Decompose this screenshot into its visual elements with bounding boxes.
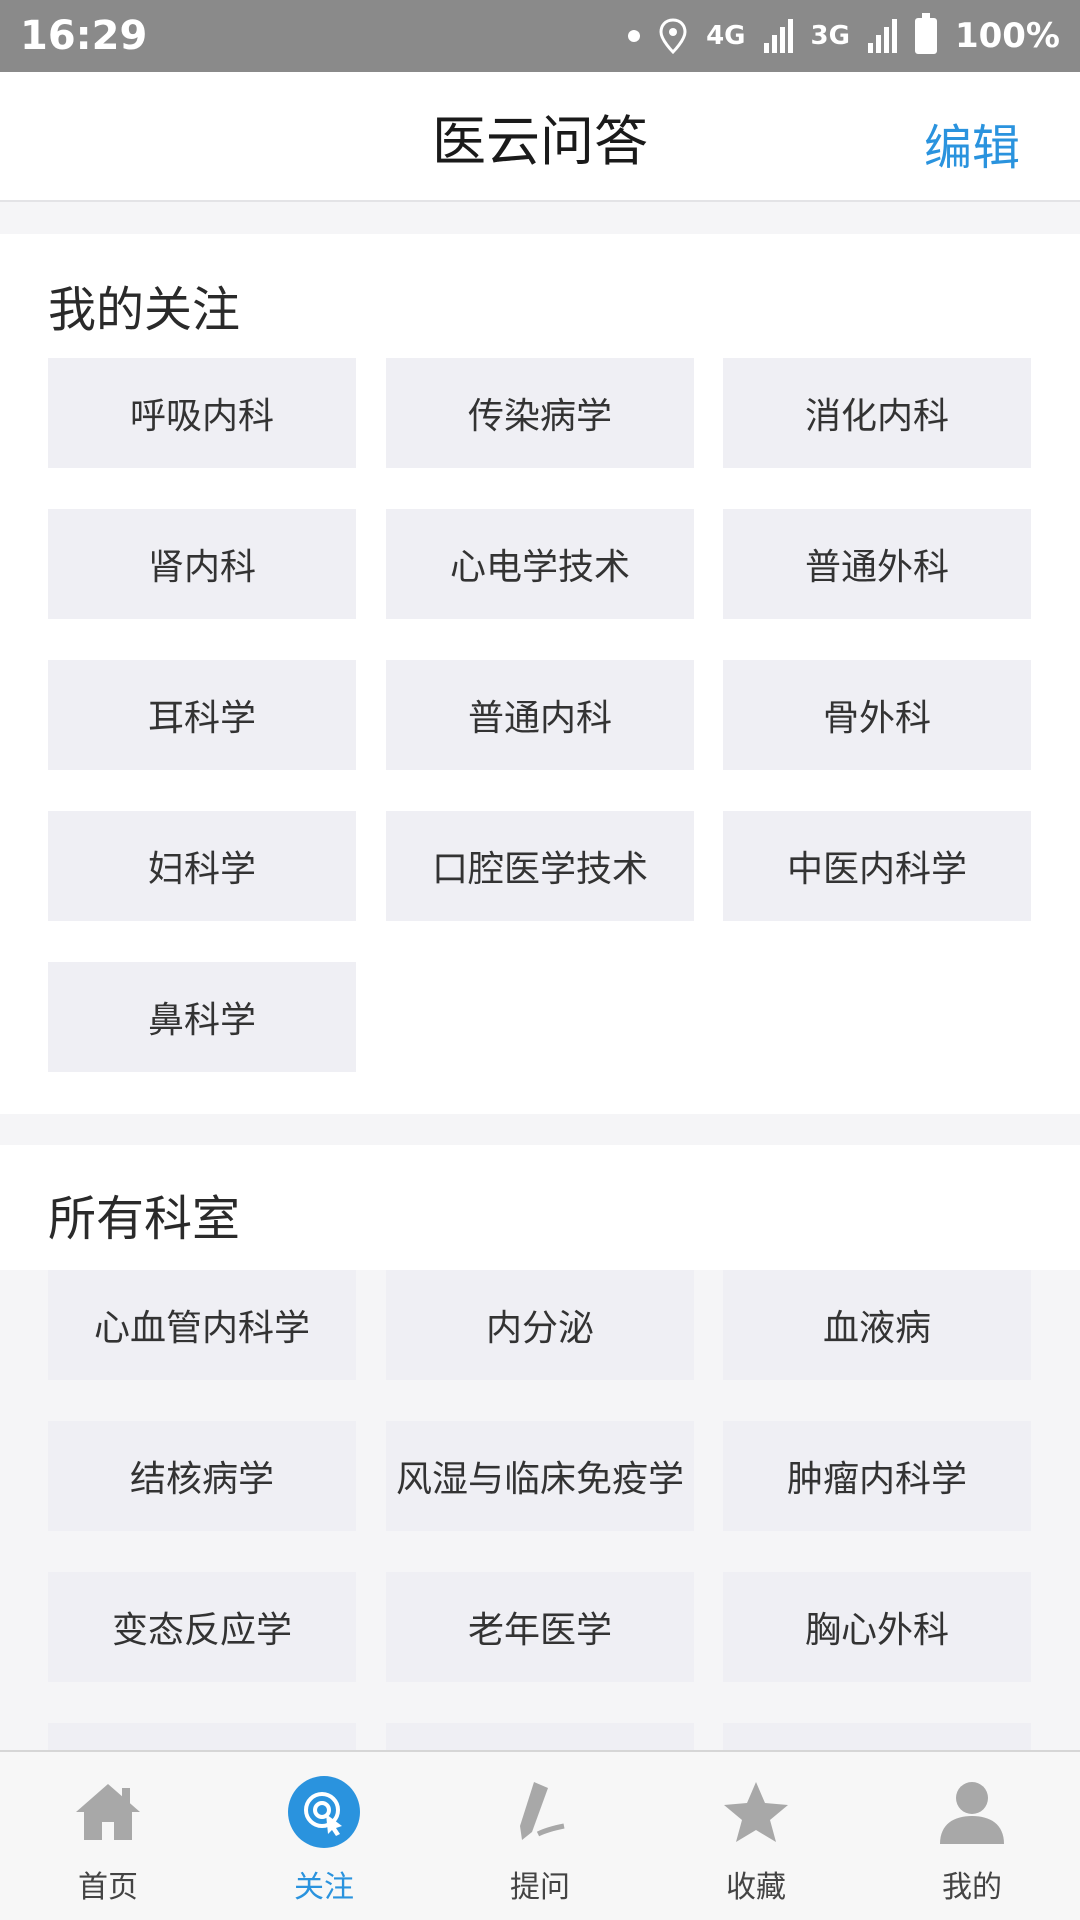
dept-chip[interactable]: 老年医学 [386,1572,694,1682]
dept-chip[interactable]: 中医内科学 [723,811,1031,921]
nav-item-mine[interactable]: 我的 [864,1752,1080,1920]
my-follow-grid: 呼吸内科 传染病学 消化内科 肾内科 心电学技术 普通外科 耳科学 普通内科 骨… [48,358,1032,1088]
dept-chip[interactable]: 心电学技术 [386,509,694,619]
network-4g-label: 4G [706,21,746,51]
app-header: 医云问答 编辑 [0,72,1080,202]
nav-item-favorites[interactable]: 收藏 [648,1752,864,1920]
nav-item-home[interactable]: 首页 [0,1752,216,1920]
dept-chip[interactable]: 耳科学 [48,660,356,770]
dept-chip[interactable]: 肿瘤内科学 [723,1421,1031,1531]
status-time: 16:29 [20,13,148,59]
dept-chip[interactable]: 胸心外科 [723,1572,1031,1682]
nav-label-home: 首页 [78,1870,138,1905]
dept-chip[interactable]: 普通内科 [386,660,694,770]
person-icon [940,1782,1004,1844]
battery-percent: 100% [954,16,1060,56]
nav-label-favorites: 收藏 [726,1870,786,1905]
all-departments-grid: 心血管内科学 内分泌 血液病 结核病学 风湿与临床免疫学 肿瘤内科学 变态反应学… [48,1270,1032,1750]
dept-chip[interactable]: 消化内科 [723,358,1031,468]
nav-item-ask[interactable]: 提问 [432,1752,648,1920]
dept-chip[interactable]: 传染病学 [386,358,694,468]
star-icon [724,1782,788,1842]
dept-chip[interactable]: 血液病 [723,1270,1031,1380]
dept-chip[interactable]: 骨外科 [723,660,1031,770]
status-icons: 4G 3G 100% [628,13,1060,56]
dept-chip-partial[interactable] [386,1723,694,1750]
dept-chip[interactable]: 风湿与临床免疫学 [386,1421,694,1531]
dept-chip[interactable]: 心血管内科学 [48,1270,356,1380]
dept-chip-partial[interactable] [48,1723,356,1750]
my-follow-section: 我的关注 呼吸内科 传染病学 消化内科 肾内科 心电学技术 普通外科 耳科学 普… [0,234,1080,1114]
page-title: 医云问答 [432,109,648,173]
follow-icon [288,1776,360,1848]
pen-icon [520,1782,565,1840]
signal-strength-icon-2 [867,19,897,53]
edit-button[interactable]: 编辑 [924,108,1020,178]
dept-chip[interactable]: 口腔医学技术 [386,811,694,921]
nav-label-mine: 我的 [942,1870,1002,1905]
dept-chip[interactable]: 肾内科 [48,509,356,619]
dept-chip[interactable]: 妇科学 [48,811,356,921]
home-icon [76,1784,140,1840]
network-3g-label: 3G [810,21,850,51]
dept-chip[interactable]: 结核病学 [48,1421,356,1531]
signal-strength-icon [763,19,793,53]
nav-item-follow[interactable]: 关注 [216,1752,432,1920]
all-departments-header: 所有科室 [0,1145,1080,1270]
nav-label-follow: 关注 [294,1870,354,1905]
all-departments-title: 所有科室 [48,1191,241,1247]
notification-dot-icon [628,30,641,42]
battery-icon [914,13,937,54]
my-follow-title: 我的关注 [48,282,241,338]
dept-chip-partial[interactable] [723,1723,1031,1750]
dept-chip[interactable]: 内分泌 [386,1270,694,1380]
dept-chip[interactable]: 呼吸内科 [48,358,356,468]
dept-chip[interactable]: 普通外科 [723,509,1031,619]
bottom-nav: 首页 关注 提问 收藏 我的 [0,1750,1080,1920]
dept-chip[interactable]: 变态反应学 [48,1572,356,1682]
location-icon [659,18,687,54]
dept-chip[interactable]: 鼻科学 [48,962,356,1072]
status-bar: 16:29 4G 3G 100% [0,0,1080,72]
nav-label-ask: 提问 [510,1870,570,1905]
